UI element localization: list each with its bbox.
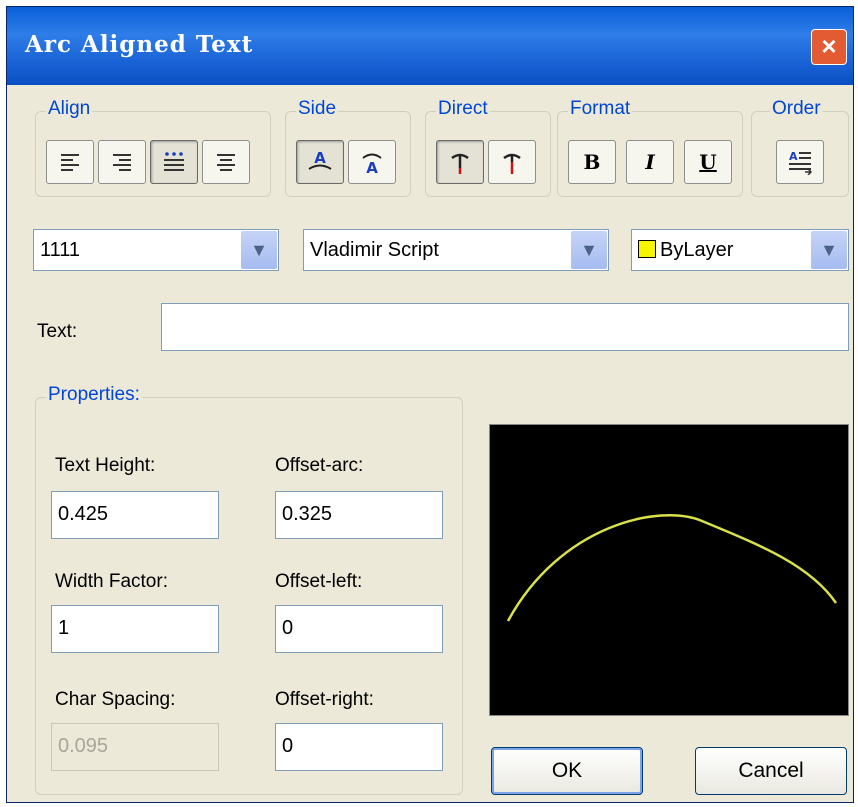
bold-icon: B [583, 150, 601, 174]
format-group-label: Format [568, 98, 633, 120]
arc-preview [489, 424, 849, 716]
title-bar[interactable]: Arc Aligned Text × [7, 7, 853, 85]
svg-text:A: A [789, 150, 798, 163]
style-select-value: 1111 [40, 239, 81, 261]
text-label: Text: [37, 321, 78, 342]
svg-text:A: A [314, 149, 326, 167]
width-factor-value: 1 [58, 617, 70, 639]
order-group-label: Order [770, 98, 823, 120]
format-group: Format B I U [557, 98, 743, 197]
align-right-icon [113, 154, 131, 171]
side-convex-button[interactable]: A [296, 140, 344, 184]
width-factor-field[interactable]: 1 [51, 605, 219, 653]
cancel-button[interactable]: Cancel [695, 747, 847, 795]
side-group-label: Side [296, 98, 339, 120]
chevron-down-icon[interactable]: ▼ [571, 231, 607, 269]
chevron-down-icon[interactable]: ▼ [241, 231, 277, 269]
reverse-order-icon: A [789, 150, 813, 175]
arc-aligned-text-dialog: Arc Aligned Text × Align Side A A Direct [6, 6, 854, 803]
color-select-label: ByLayer [660, 239, 734, 261]
text-height-value: 0.425 [58, 503, 109, 525]
direct-group-label: Direct [436, 98, 490, 120]
underline-icon: U [699, 150, 717, 174]
align-fit-button[interactable] [150, 140, 198, 184]
italic-button[interactable]: I [626, 140, 674, 184]
side-group: Side A A [285, 98, 411, 197]
font-select-value: Vladimir Script [310, 239, 439, 261]
offset-arc-field[interactable]: 0.325 [275, 491, 443, 539]
inward-direction-icon [503, 153, 521, 174]
properties-group-label: Properties: [46, 384, 142, 406]
direct-outward-button[interactable] [436, 140, 484, 184]
align-group: Align [35, 98, 271, 197]
cancel-button-label: Cancel [738, 759, 804, 782]
dialog-title: Arc Aligned Text [25, 31, 254, 58]
direct-inward-button[interactable] [488, 140, 536, 184]
color-select[interactable]: ByLayer ▼ [631, 229, 849, 271]
order-group: Order A [751, 98, 849, 197]
offset-right-field[interactable]: 0 [275, 723, 443, 771]
offset-right-value: 0 [282, 735, 294, 757]
close-icon: × [821, 31, 837, 61]
color-select-value: ByLayer [638, 239, 733, 262]
concave-side-icon: A [362, 153, 382, 175]
offset-left-field[interactable]: 0 [275, 605, 443, 653]
offset-left-value: 0 [282, 617, 294, 639]
side-concave-button[interactable]: A [348, 140, 396, 184]
italic-icon: I [645, 150, 655, 174]
align-fit-icon [164, 152, 184, 171]
text-input[interactable] [161, 303, 849, 351]
text-height-field[interactable]: 0.425 [51, 491, 219, 539]
align-left-icon [61, 154, 79, 171]
direct-group: Direct [425, 98, 551, 197]
outward-direction-icon [451, 153, 469, 174]
char-spacing-field: 0.095 [51, 723, 219, 771]
text-height-label: Text Height: [55, 455, 156, 476]
offset-arc-value: 0.325 [282, 503, 333, 525]
svg-text:A: A [366, 159, 378, 175]
offset-right-label: Offset-right: [275, 689, 374, 710]
convex-side-icon: A [308, 149, 332, 170]
width-factor-label: Width Factor: [55, 571, 168, 592]
reverse-order-button[interactable]: A [776, 140, 824, 184]
color-swatch-icon [638, 239, 656, 258]
arc-preview-curve [506, 514, 838, 622]
align-center-icon [217, 154, 235, 171]
align-left-button[interactable] [46, 140, 94, 184]
font-select[interactable]: Vladimir Script ▼ [303, 229, 609, 271]
align-center-button[interactable] [202, 140, 250, 184]
offset-left-label: Offset-left: [275, 571, 363, 592]
chevron-down-icon[interactable]: ▼ [811, 231, 847, 269]
char-spacing-value: 0.095 [58, 735, 109, 757]
char-spacing-label: Char Spacing: [55, 689, 176, 710]
align-group-label: Align [46, 98, 93, 120]
align-right-button[interactable] [98, 140, 146, 184]
close-button[interactable]: × [811, 29, 847, 65]
bold-button[interactable]: B [568, 140, 616, 184]
ok-button-label: OK [551, 759, 583, 782]
underline-button[interactable]: U [684, 140, 732, 184]
style-select[interactable]: 1111 ▼ [33, 229, 279, 271]
offset-arc-label: Offset-arc: [275, 455, 364, 476]
ok-button[interactable]: OK [491, 747, 643, 795]
